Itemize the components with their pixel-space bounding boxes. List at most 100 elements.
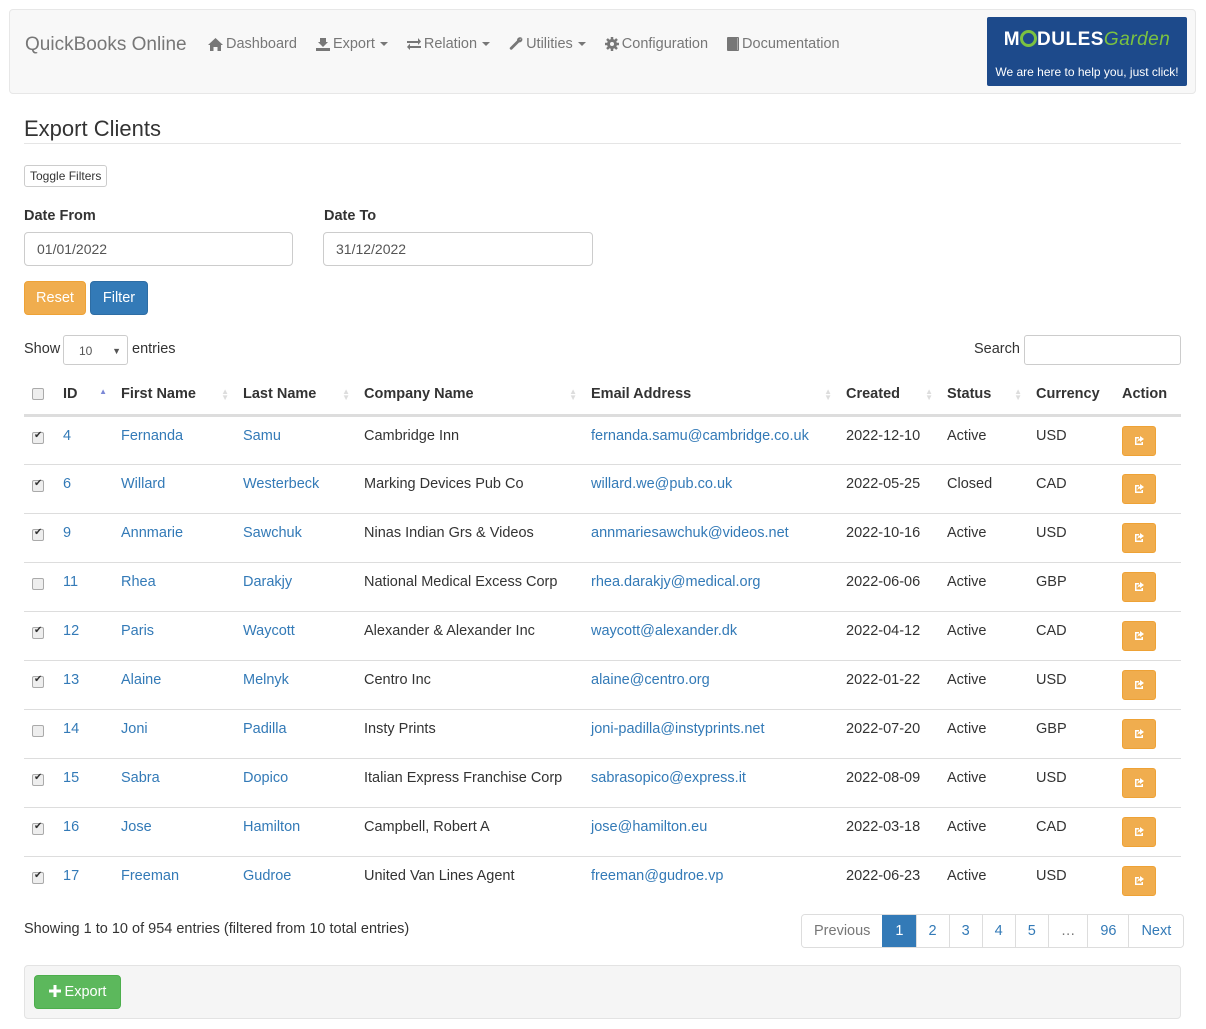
column-header-company-name[interactable]: Company Name ▲ ▼ (356, 375, 583, 417)
nav-item-utilities[interactable]: Utilities (509, 36, 586, 52)
client-id-link[interactable]: 4 (63, 428, 71, 444)
client-id-link[interactable]: 17 (63, 868, 79, 884)
filter-button[interactable]: Filter (90, 281, 148, 315)
top-navbar: QuickBooks Online Dashboard Export Relat… (9, 9, 1196, 94)
last-name-link[interactable]: Melnyk (243, 672, 289, 688)
last-name-link[interactable]: Westerbeck (243, 476, 319, 492)
last-name-link[interactable]: Gudroe (243, 868, 291, 884)
email-link[interactable]: waycott@alexander.dk (591, 623, 737, 639)
export-row-button[interactable] (1122, 522, 1156, 553)
page-button-2[interactable]: 2 (915, 915, 949, 947)
email-link[interactable]: sabrasopico@express.it (591, 770, 746, 786)
page-button-5[interactable]: 5 (1014, 915, 1048, 947)
client-id-link[interactable]: 14 (63, 721, 79, 737)
nav-item-export[interactable]: Export (315, 36, 388, 52)
page-button-96[interactable]: 96 (1087, 915, 1129, 947)
email-link[interactable]: jose@hamilton.eu (591, 819, 707, 835)
client-id-link[interactable]: 15 (63, 770, 79, 786)
nav-item-label: Configuration (621, 36, 709, 52)
nav-item-configuration[interactable]: Configuration (604, 36, 709, 52)
last-name-link[interactable]: Dopico (243, 770, 288, 786)
row-checkbox[interactable] (32, 478, 44, 492)
row-checkbox[interactable] (32, 674, 44, 688)
email-link[interactable]: fernanda.samu@cambridge.co.uk (591, 428, 809, 444)
column-header-last-name[interactable]: Last Name ▲ ▼ (235, 375, 356, 417)
email-link[interactable]: rhea.darakjy@medical.org (591, 574, 760, 590)
email-link[interactable]: willard.we@pub.co.uk (591, 476, 732, 492)
client-id-link[interactable]: 11 (63, 574, 78, 590)
date-from-input[interactable]: 01/01/2022 (24, 232, 293, 266)
email-link[interactable]: alaine@centro.org (591, 672, 710, 688)
export-row-button[interactable] (1122, 767, 1156, 798)
date-to-input[interactable]: 31/12/2022 (323, 232, 593, 266)
select-all-header (24, 375, 55, 417)
last-name-link[interactable]: Samu (243, 428, 281, 444)
row-checkbox[interactable] (32, 577, 44, 590)
export-button[interactable]: Export (34, 975, 121, 1009)
export-row-button[interactable] (1122, 718, 1156, 749)
row-checkbox[interactable] (32, 527, 44, 541)
email-link[interactable]: joni-padilla@instyprints.net (591, 721, 765, 737)
status-text: Active (947, 720, 987, 737)
column-header-created[interactable]: Created ▲ ▼ (838, 375, 939, 417)
export-row-button[interactable] (1122, 425, 1156, 456)
first-name-link[interactable]: Sabra (121, 770, 160, 786)
last-name-link[interactable]: Hamilton (243, 819, 300, 835)
row-select-cell (24, 610, 55, 660)
page-button-1[interactable]: 1 (882, 915, 916, 947)
sort-icon: ▲ ▼ (824, 387, 832, 402)
email-link[interactable]: freeman@gudroe.vp (591, 868, 723, 884)
export-row-button[interactable] (1122, 816, 1156, 847)
first-name-link[interactable]: Jose (121, 819, 152, 835)
export-row-button[interactable] (1122, 571, 1156, 602)
last-name-link[interactable]: Darakjy (243, 574, 292, 590)
row-checkbox[interactable] (32, 870, 44, 884)
first-name-link[interactable]: Joni (121, 721, 148, 737)
select-all-checkbox[interactable] (32, 388, 44, 401)
export-row-button[interactable] (1122, 620, 1156, 651)
client-id-link[interactable]: 9 (63, 525, 71, 541)
page-button-3[interactable]: 3 (948, 915, 982, 947)
modulesgarden-logo[interactable]: M DULESGarden We are here to help you, ju… (987, 17, 1187, 86)
column-header-email[interactable]: Email Address ▲ ▼ (583, 375, 838, 417)
page-length-select[interactable]: 10 ▼ (63, 335, 128, 365)
previous-page-button[interactable]: Previous (802, 915, 883, 947)
navbar-brand[interactable]: QuickBooks Online (25, 34, 187, 56)
row-checkbox[interactable] (32, 821, 44, 835)
last-name-link[interactable]: Waycott (243, 623, 295, 639)
export-row-button[interactable] (1122, 473, 1156, 504)
row-checkbox[interactable] (32, 430, 44, 444)
last-name-link[interactable]: Sawchuk (243, 525, 302, 541)
first-name-link[interactable]: Rhea (121, 574, 156, 590)
search-input[interactable] (1024, 335, 1181, 365)
row-checkbox[interactable] (32, 724, 44, 737)
client-id-link[interactable]: 6 (63, 476, 71, 492)
row-checkbox[interactable] (32, 772, 44, 786)
first-name-link[interactable]: Fernanda (121, 428, 183, 444)
export-row-button[interactable] (1122, 865, 1156, 896)
last-name-link[interactable]: Padilla (243, 721, 287, 737)
nav-item-relation[interactable]: Relation (406, 36, 491, 52)
clients-table: ID ▲ First Name ▲ ▼ Last Name ▲ ▼ Company Nam… (24, 375, 1181, 905)
nav-item-documentation[interactable]: Documentation (727, 36, 840, 52)
column-header-id[interactable]: ID ▲ (55, 375, 113, 417)
page-button-4[interactable]: 4 (981, 915, 1015, 947)
reset-button[interactable]: Reset (24, 281, 86, 315)
next-page-button[interactable]: Next (1128, 915, 1184, 947)
table-row: 13 Alaine Melnyk Centro Inc alaine@centro.or… (24, 659, 1181, 709)
column-header-status[interactable]: Status ▲ ▼ (939, 375, 1028, 417)
client-id-link[interactable]: 13 (63, 672, 79, 688)
column-header-first-name[interactable]: First Name ▲ ▼ (113, 375, 235, 417)
first-name-link[interactable]: Alaine (121, 672, 161, 688)
client-id-link[interactable]: 16 (63, 819, 79, 835)
first-name-link[interactable]: Paris (121, 623, 154, 639)
email-link[interactable]: annmariesawchuk@videos.net (591, 525, 789, 541)
row-checkbox[interactable] (32, 625, 44, 639)
client-id-link[interactable]: 12 (63, 623, 79, 639)
first-name-link[interactable]: Willard (121, 476, 165, 492)
export-row-button[interactable] (1122, 669, 1156, 700)
nav-item-dashboard[interactable]: Dashboard (208, 36, 297, 52)
toggle-filters-button[interactable]: Toggle Filters (24, 165, 108, 187)
first-name-link[interactable]: Freeman (121, 868, 179, 884)
first-name-link[interactable]: Annmarie (121, 525, 183, 541)
